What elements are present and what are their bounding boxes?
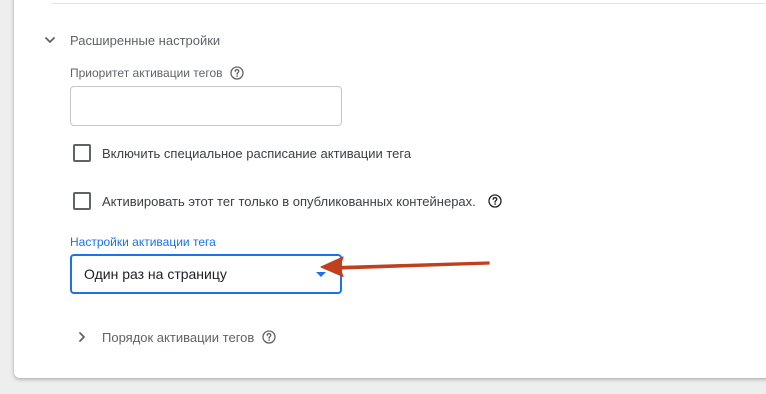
help-icon[interactable] xyxy=(488,194,502,208)
tag-sequencing-header[interactable]: Порядок активации тегов xyxy=(76,327,276,347)
schedule-checkbox[interactable] xyxy=(73,144,91,162)
dropdown-caret-icon[interactable] xyxy=(316,271,326,277)
priority-field-label: Приоритет активации тегов xyxy=(70,66,244,80)
advanced-settings-title: Расширенные настройки xyxy=(70,32,221,48)
schedule-checkbox-row[interactable]: Включить специальное расписание активаци… xyxy=(73,143,411,163)
chevron-down-icon[interactable] xyxy=(42,32,58,48)
published-only-checkbox-row[interactable]: Активировать этот тег только в опубликов… xyxy=(73,191,502,211)
chevron-right-icon[interactable] xyxy=(76,329,88,345)
firing-options-value: Один раз на страницу xyxy=(84,266,227,282)
divider xyxy=(52,3,766,4)
advanced-settings-header[interactable]: Расширенные настройки xyxy=(42,30,220,50)
help-icon[interactable] xyxy=(229,66,244,80)
priority-label-text: Приоритет активации тегов xyxy=(70,66,223,80)
priority-input[interactable] xyxy=(70,86,342,126)
tag-config-card xyxy=(14,0,766,378)
firing-options-label: Настройки активации тега xyxy=(70,235,216,249)
published-only-checkbox[interactable] xyxy=(73,192,91,210)
tag-sequencing-title: Порядок активации тегов xyxy=(102,329,255,345)
firing-options-select[interactable]: Один раз на страницу xyxy=(70,254,342,294)
published-only-checkbox-label[interactable]: Активировать этот тег только в опубликов… xyxy=(102,194,476,209)
help-icon[interactable] xyxy=(262,330,276,344)
schedule-checkbox-label[interactable]: Включить специальное расписание активаци… xyxy=(102,146,411,161)
